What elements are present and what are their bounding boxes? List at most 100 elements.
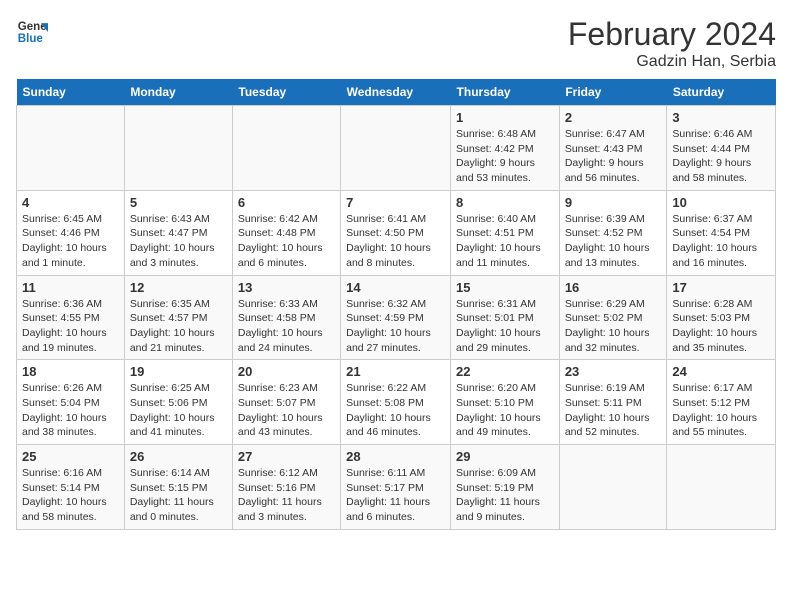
week-row-5: 25 Sunrise: 6:16 AMSunset: 5:14 PMDayligh… bbox=[17, 445, 776, 530]
day-cell: 15 Sunrise: 6:31 AMSunset: 5:01 PMDayligh… bbox=[451, 275, 560, 360]
day-number: 13 bbox=[238, 280, 335, 295]
day-info: Sunrise: 6:22 AMSunset: 5:08 PMDaylight:… bbox=[346, 381, 445, 440]
day-number: 18 bbox=[22, 364, 119, 379]
day-number: 7 bbox=[346, 195, 445, 210]
day-number: 9 bbox=[565, 195, 662, 210]
day-info: Sunrise: 6:43 AMSunset: 4:47 PMDaylight:… bbox=[130, 212, 227, 271]
day-cell: 23 Sunrise: 6:19 AMSunset: 5:11 PMDayligh… bbox=[559, 360, 667, 445]
column-header-friday: Friday bbox=[559, 79, 667, 106]
day-cell: 20Sunrise: 6:23 AMSunset: 5:07 PMDayligh… bbox=[232, 360, 340, 445]
day-info: Sunrise: 6:48 AMSunset: 4:42 PMDaylight:… bbox=[456, 127, 554, 186]
day-cell: 13 Sunrise: 6:33 AMSunset: 4:58 PMDayligh… bbox=[232, 275, 340, 360]
day-cell: 5 Sunrise: 6:43 AMSunset: 4:47 PMDaylight… bbox=[124, 190, 232, 275]
day-info: Sunrise: 6:19 AMSunset: 5:11 PMDaylight:… bbox=[565, 381, 662, 440]
day-info: Sunrise: 6:41 AMSunset: 4:50 PMDaylight:… bbox=[346, 212, 445, 271]
day-cell: 27 Sunrise: 6:12 AMSunset: 5:16 PMDayligh… bbox=[232, 445, 340, 530]
day-number: 29 bbox=[456, 449, 554, 464]
week-row-1: 1 Sunrise: 6:48 AMSunset: 4:42 PMDaylight… bbox=[17, 106, 776, 191]
day-cell: 8 Sunrise: 6:40 AMSunset: 4:51 PMDaylight… bbox=[451, 190, 560, 275]
day-cell: 3 Sunrise: 6:46 AMSunset: 4:44 PMDaylight… bbox=[667, 106, 776, 191]
day-info: Sunrise: 6:16 AMSunset: 5:14 PMDaylight:… bbox=[22, 466, 119, 525]
day-cell: 26 Sunrise: 6:14 AMSunset: 5:15 PMDayligh… bbox=[124, 445, 232, 530]
day-cell: 21 Sunrise: 6:22 AMSunset: 5:08 PMDayligh… bbox=[341, 360, 451, 445]
page-header: General Blue February 2024 Gadzin Han, S… bbox=[16, 16, 776, 71]
day-info: Sunrise: 6:35 AMSunset: 4:57 PMDaylight:… bbox=[130, 297, 227, 356]
day-cell: 11 Sunrise: 6:36 AMSunset: 4:55 PMDayligh… bbox=[17, 275, 125, 360]
day-cell bbox=[232, 106, 340, 191]
day-cell: 24Sunrise: 6:17 AMSunset: 5:12 PMDayligh… bbox=[667, 360, 776, 445]
svg-text:Blue: Blue bbox=[18, 33, 44, 45]
day-cell: 10 Sunrise: 6:37 AMSunset: 4:54 PMDayligh… bbox=[667, 190, 776, 275]
column-header-thursday: Thursday bbox=[451, 79, 560, 106]
day-cell: 28Sunrise: 6:11 AMSunset: 5:17 PMDayligh… bbox=[341, 445, 451, 530]
day-number: 17 bbox=[672, 280, 770, 295]
week-row-3: 11 Sunrise: 6:36 AMSunset: 4:55 PMDayligh… bbox=[17, 275, 776, 360]
day-number: 10 bbox=[672, 195, 770, 210]
column-header-saturday: Saturday bbox=[667, 79, 776, 106]
title-block: February 2024 Gadzin Han, Serbia bbox=[568, 16, 776, 71]
day-cell: 14 Sunrise: 6:32 AMSunset: 4:59 PMDayligh… bbox=[341, 275, 451, 360]
day-number: 14 bbox=[346, 280, 445, 295]
week-row-4: 18Sunrise: 6:26 AMSunset: 5:04 PMDayligh… bbox=[17, 360, 776, 445]
day-info: Sunrise: 6:23 AMSunset: 5:07 PMDaylight:… bbox=[238, 381, 335, 440]
day-cell: 2Sunrise: 6:47 AMSunset: 4:43 PMDaylight… bbox=[559, 106, 667, 191]
day-number: 11 bbox=[22, 280, 119, 295]
day-cell: 1 Sunrise: 6:48 AMSunset: 4:42 PMDaylight… bbox=[451, 106, 560, 191]
column-header-sunday: Sunday bbox=[17, 79, 125, 106]
logo-icon: General Blue bbox=[16, 16, 48, 48]
calendar-title: February 2024 bbox=[568, 16, 776, 53]
day-cell bbox=[17, 106, 125, 191]
day-info: Sunrise: 6:40 AMSunset: 4:51 PMDaylight:… bbox=[456, 212, 554, 271]
day-cell bbox=[667, 445, 776, 530]
day-number: 15 bbox=[456, 280, 554, 295]
day-info: Sunrise: 6:37 AMSunset: 4:54 PMDaylight:… bbox=[672, 212, 770, 271]
week-row-2: 4Sunrise: 6:45 AMSunset: 4:46 PMDaylight… bbox=[17, 190, 776, 275]
day-number: 22 bbox=[456, 364, 554, 379]
logo: General Blue bbox=[16, 16, 48, 48]
day-info: Sunrise: 6:25 AMSunset: 5:06 PMDaylight:… bbox=[130, 381, 227, 440]
day-cell: 17 Sunrise: 6:28 AMSunset: 5:03 PMDayligh… bbox=[667, 275, 776, 360]
day-info: Sunrise: 6:29 AMSunset: 5:02 PMDaylight:… bbox=[565, 297, 662, 356]
day-cell bbox=[559, 445, 667, 530]
day-cell: 12Sunrise: 6:35 AMSunset: 4:57 PMDayligh… bbox=[124, 275, 232, 360]
day-info: Sunrise: 6:09 AMSunset: 5:19 PMDaylight:… bbox=[456, 466, 554, 525]
day-number: 3 bbox=[672, 110, 770, 125]
day-number: 26 bbox=[130, 449, 227, 464]
day-number: 5 bbox=[130, 195, 227, 210]
day-cell bbox=[124, 106, 232, 191]
day-info: Sunrise: 6:46 AMSunset: 4:44 PMDaylight:… bbox=[672, 127, 770, 186]
calendar-subtitle: Gadzin Han, Serbia bbox=[568, 53, 776, 71]
day-info: Sunrise: 6:33 AMSunset: 4:58 PMDaylight:… bbox=[238, 297, 335, 356]
day-number: 23 bbox=[565, 364, 662, 379]
day-info: Sunrise: 6:32 AMSunset: 4:59 PMDaylight:… bbox=[346, 297, 445, 356]
day-info: Sunrise: 6:47 AMSunset: 4:43 PMDaylight:… bbox=[565, 127, 662, 186]
day-number: 21 bbox=[346, 364, 445, 379]
day-cell: 29 Sunrise: 6:09 AMSunset: 5:19 PMDayligh… bbox=[451, 445, 560, 530]
column-header-tuesday: Tuesday bbox=[232, 79, 340, 106]
day-number: 8 bbox=[456, 195, 554, 210]
day-info: Sunrise: 6:14 AMSunset: 5:15 PMDaylight:… bbox=[130, 466, 227, 525]
column-header-monday: Monday bbox=[124, 79, 232, 106]
day-number: 25 bbox=[22, 449, 119, 464]
header-row: SundayMondayTuesdayWednesdayThursdayFrid… bbox=[17, 79, 776, 106]
day-cell: 9Sunrise: 6:39 AMSunset: 4:52 PMDaylight… bbox=[559, 190, 667, 275]
day-number: 6 bbox=[238, 195, 335, 210]
day-number: 16 bbox=[565, 280, 662, 295]
svg-text:General: General bbox=[18, 21, 48, 33]
day-info: Sunrise: 6:28 AMSunset: 5:03 PMDaylight:… bbox=[672, 297, 770, 356]
day-cell: 22Sunrise: 6:20 AMSunset: 5:10 PMDayligh… bbox=[451, 360, 560, 445]
day-info: Sunrise: 6:36 AMSunset: 4:55 PMDaylight:… bbox=[22, 297, 119, 356]
day-info: Sunrise: 6:45 AMSunset: 4:46 PMDaylight:… bbox=[22, 212, 119, 271]
day-info: Sunrise: 6:12 AMSunset: 5:16 PMDaylight:… bbox=[238, 466, 335, 525]
day-cell: 4Sunrise: 6:45 AMSunset: 4:46 PMDaylight… bbox=[17, 190, 125, 275]
day-cell: 16 Sunrise: 6:29 AMSunset: 5:02 PMDayligh… bbox=[559, 275, 667, 360]
day-cell: 7 Sunrise: 6:41 AMSunset: 4:50 PMDaylight… bbox=[341, 190, 451, 275]
day-cell: 25 Sunrise: 6:16 AMSunset: 5:14 PMDayligh… bbox=[17, 445, 125, 530]
day-number: 1 bbox=[456, 110, 554, 125]
calendar-table: SundayMondayTuesdayWednesdayThursdayFrid… bbox=[16, 79, 776, 530]
day-info: Sunrise: 6:42 AMSunset: 4:48 PMDaylight:… bbox=[238, 212, 335, 271]
day-info: Sunrise: 6:31 AMSunset: 5:01 PMDaylight:… bbox=[456, 297, 554, 356]
day-number: 27 bbox=[238, 449, 335, 464]
day-cell bbox=[341, 106, 451, 191]
day-info: Sunrise: 6:17 AMSunset: 5:12 PMDaylight:… bbox=[672, 381, 770, 440]
